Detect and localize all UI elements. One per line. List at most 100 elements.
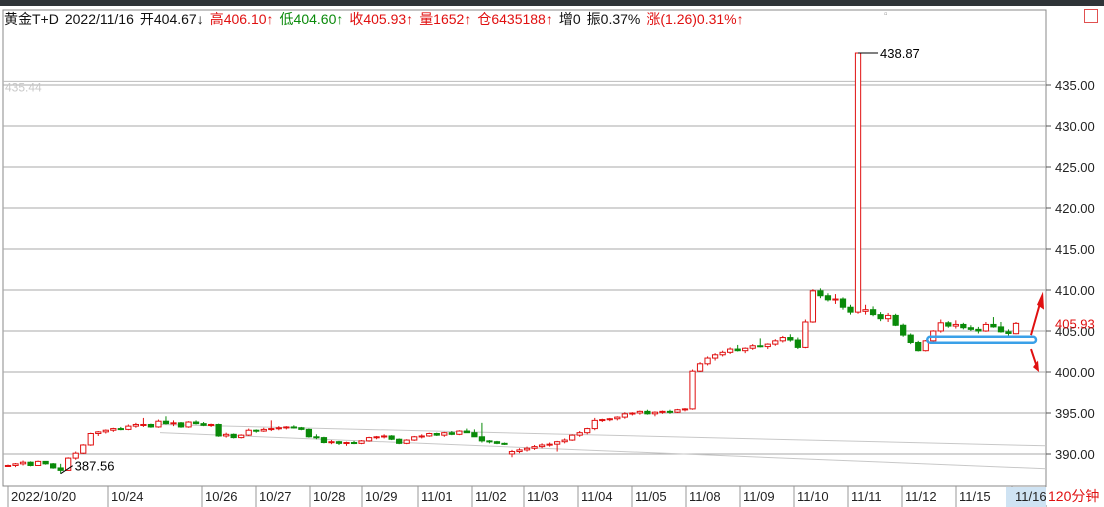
candle-body bbox=[501, 442, 508, 445]
candle-body bbox=[832, 298, 839, 301]
candle-body bbox=[215, 423, 222, 437]
candle-body bbox=[117, 428, 124, 431]
candle-body bbox=[305, 428, 313, 438]
candle-body bbox=[877, 314, 884, 320]
candle-body bbox=[57, 467, 64, 471]
candle-body bbox=[884, 314, 892, 320]
period-label[interactable]: 120分钟 bbox=[1046, 487, 1104, 505]
candle-body bbox=[952, 323, 959, 327]
x-tick-label: 10/24 bbox=[111, 489, 144, 504]
candle-body bbox=[508, 451, 516, 455]
candle-body bbox=[260, 428, 267, 432]
candle-body bbox=[80, 444, 87, 454]
candle-body bbox=[704, 357, 711, 365]
x-tick-label: 11/11 bbox=[851, 489, 882, 504]
candle-body bbox=[937, 322, 944, 332]
candle-body bbox=[110, 428, 117, 431]
candle-body bbox=[471, 432, 478, 438]
candle-body bbox=[155, 420, 162, 428]
candle-body bbox=[170, 422, 177, 425]
candle-body bbox=[757, 345, 764, 348]
trend-line-lower bbox=[159, 432, 1047, 470]
candle-body bbox=[388, 435, 395, 440]
x-tick-label: 11/16 bbox=[1015, 489, 1047, 504]
candle-body bbox=[644, 410, 651, 415]
candle-body bbox=[960, 323, 967, 329]
candle-body bbox=[561, 439, 568, 443]
candle-body bbox=[253, 429, 260, 432]
candlestick-chart: 390.00395.00400.00405.00410.00415.00420.… bbox=[2, 9, 1095, 507]
candle-body bbox=[463, 430, 470, 434]
candle-body bbox=[569, 434, 576, 441]
candle-body bbox=[441, 432, 448, 436]
max-price-label: 438.87 bbox=[880, 46, 920, 61]
candle-body bbox=[72, 452, 79, 459]
candle-body bbox=[448, 432, 455, 435]
candle-body bbox=[426, 433, 433, 437]
candle-body bbox=[456, 430, 463, 435]
candle-body bbox=[298, 427, 305, 430]
ghost-level-label: 435.44 bbox=[5, 80, 42, 94]
x-tick-label: 11/03 bbox=[527, 489, 559, 504]
candle-body bbox=[802, 321, 809, 348]
candle-body bbox=[290, 426, 297, 429]
candle-body bbox=[177, 422, 185, 428]
x-tick-label: 11/05 bbox=[635, 489, 667, 504]
candle-body bbox=[621, 413, 628, 418]
candle-body bbox=[418, 435, 425, 438]
candle-body bbox=[162, 420, 170, 425]
x-tick-label: 11/12 bbox=[905, 489, 937, 504]
y-tick-label: 410.00 bbox=[1055, 283, 1095, 298]
candle-body bbox=[433, 433, 440, 436]
candle-body bbox=[576, 432, 583, 436]
candle-body bbox=[606, 418, 613, 421]
candle-body bbox=[997, 326, 1005, 333]
candle-body bbox=[892, 314, 899, 326]
x-tick-label: 11/04 bbox=[581, 489, 613, 504]
candle-body bbox=[742, 347, 749, 352]
candle-body bbox=[839, 298, 847, 308]
candle-body bbox=[230, 433, 237, 439]
x-tick-label: 10/28 bbox=[313, 489, 346, 504]
y-tick-label: 390.00 bbox=[1055, 447, 1095, 462]
candle-body bbox=[12, 463, 19, 466]
x-tick-label: 11/10 bbox=[797, 489, 829, 504]
candle-body bbox=[268, 428, 275, 431]
candle-body bbox=[328, 441, 335, 444]
trend-lines bbox=[159, 423, 1047, 470]
x-tick-label: 10/26 bbox=[205, 489, 238, 504]
y-tick-label: 435.00 bbox=[1055, 78, 1095, 93]
candle-body bbox=[358, 440, 365, 444]
candle-body bbox=[478, 436, 486, 442]
highlight-box bbox=[926, 335, 1038, 344]
candle-body bbox=[764, 343, 771, 348]
candle-body bbox=[854, 52, 862, 313]
candle-body bbox=[734, 348, 741, 352]
candle-body bbox=[636, 410, 644, 414]
candle-body bbox=[380, 435, 388, 438]
x-tick-label: 11/15 bbox=[959, 489, 991, 504]
candle-body bbox=[486, 440, 493, 443]
candle-body bbox=[350, 442, 358, 445]
x-tick-label: 10/29 bbox=[365, 489, 398, 504]
y-tick-label: 415.00 bbox=[1055, 242, 1095, 257]
x-axis: 2022/10/20 10/24 10/26 10/27 10/28 10/29 11/01… bbox=[3, 485, 1047, 507]
candle-body bbox=[862, 309, 869, 312]
candle-body bbox=[787, 337, 794, 341]
candle-body bbox=[95, 431, 102, 434]
candle-body bbox=[4, 464, 12, 467]
candle-body bbox=[19, 461, 27, 465]
x-tick-label: 2022/10/20 bbox=[11, 489, 76, 504]
candle-body bbox=[403, 439, 410, 444]
candle-body bbox=[990, 323, 997, 328]
candle-body bbox=[967, 327, 974, 330]
candle-body bbox=[283, 426, 290, 429]
candle-body bbox=[779, 337, 786, 342]
x-tick-label: 11/08 bbox=[689, 489, 721, 504]
candle-body bbox=[223, 433, 230, 437]
y-tick-label: 420.00 bbox=[1055, 201, 1095, 216]
y-tick-label: 425.00 bbox=[1055, 160, 1095, 175]
candle-body bbox=[335, 441, 343, 444]
candle-body bbox=[809, 290, 817, 323]
candle-body bbox=[87, 433, 94, 446]
